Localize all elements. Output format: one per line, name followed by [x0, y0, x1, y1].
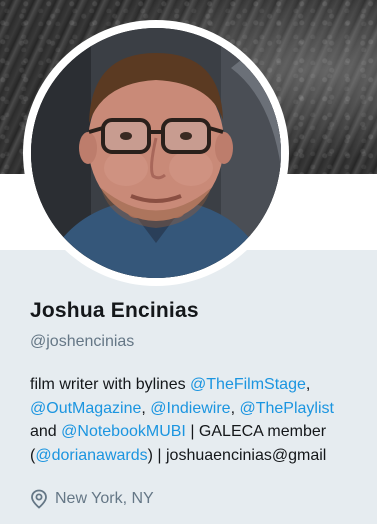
- bio-text: and: [30, 423, 62, 440]
- profile-handle[interactable]: @joshencinias: [30, 333, 134, 351]
- bio-text: ,: [141, 399, 151, 417]
- bio-line: (@dorianawards) | joshuaencinias@gmail: [30, 444, 375, 468]
- map-pin-icon: [30, 489, 48, 509]
- profile-name[interactable]: Joshua Encinias: [30, 299, 199, 323]
- bio-text: | GALECA member: [185, 423, 327, 440]
- bio-line: film writer with bylines @TheFilmStage,: [30, 373, 375, 397]
- bio-line: and @NotebookMUBI | GALECA member: [30, 420, 375, 444]
- mention-link[interactable]: @dorianawards: [35, 447, 147, 464]
- mention-link[interactable]: @Indiewire: [150, 400, 230, 417]
- location-text: New York, NY: [55, 490, 154, 507]
- avatar[interactable]: [31, 28, 281, 278]
- bio-line: @OutMagazine, @Indiewire, @ThePlaylist: [30, 397, 375, 421]
- avatar-photo: [31, 28, 281, 278]
- bio-text: film writer with bylines: [30, 376, 191, 393]
- mention-link[interactable]: @TheFilmStage: [190, 376, 306, 393]
- mention-link[interactable]: @NotebookMUBI: [61, 423, 186, 440]
- bio-text: ) | joshuaencinias@gmail: [147, 446, 327, 464]
- bio-text: ,: [305, 376, 311, 393]
- profile-bio: film writer with bylines @TheFilmStage, …: [30, 373, 375, 467]
- profile-location: New York, NY: [30, 489, 154, 509]
- mention-link[interactable]: @ThePlaylist: [239, 400, 334, 417]
- mention-link[interactable]: @OutMagazine: [30, 400, 141, 417]
